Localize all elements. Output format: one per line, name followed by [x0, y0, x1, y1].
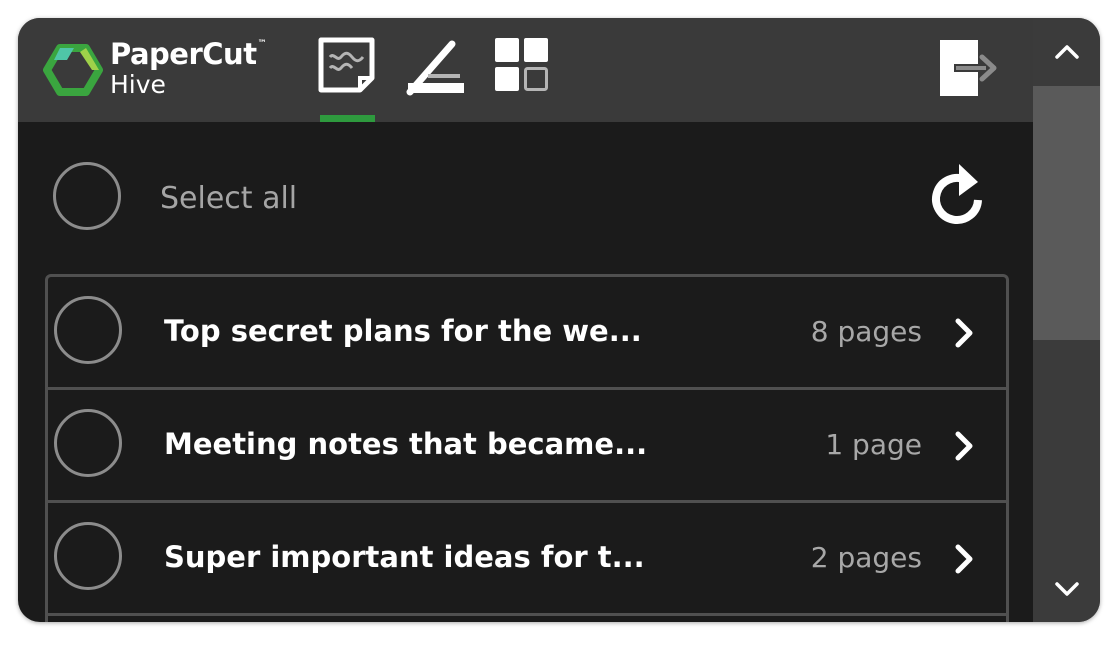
top-bar: PaperCut™ Hive: [18, 18, 1033, 122]
trademark-mark: ™: [257, 39, 267, 49]
tab-apps[interactable]: [494, 32, 556, 100]
job-title: Meeting notes that became...: [164, 427, 648, 461]
brand-name: PaperCut: [110, 37, 257, 71]
job-list-panel: Select all Top secret plans for the we..…: [18, 122, 1033, 622]
scan-icon: [406, 40, 464, 96]
job-page-count: 8 pages: [810, 315, 922, 348]
job-row[interactable]: Super important ideas for t... 2 pages: [48, 503, 1006, 616]
tab-documents[interactable]: [316, 32, 378, 100]
brand-logo-text: PaperCut™ Hive: [110, 37, 267, 99]
select-all-row: Select all: [18, 122, 1033, 274]
job-row[interactable]: Meeting notes that became... 1 page: [48, 390, 1006, 503]
chevron-right-icon: [955, 431, 973, 461]
job-select-checkbox[interactable]: [54, 296, 122, 364]
scroll-up-button[interactable]: [1033, 18, 1100, 86]
job-select-checkbox[interactable]: [54, 522, 122, 590]
print-job-list: Top secret plans for the we... 8 pages M…: [45, 274, 1009, 622]
select-all-label[interactable]: Select all: [160, 181, 297, 217]
job-title: Top secret plans for the we...: [164, 314, 642, 348]
logout-icon: [940, 40, 997, 96]
scrollbar-thumb[interactable]: [1033, 86, 1100, 340]
select-all-checkbox[interactable]: [53, 162, 121, 230]
apps-grid-icon: [495, 38, 548, 91]
print-release-window: PaperCut™ Hive Select all Top secret pla…: [18, 18, 1100, 622]
job-page-count: 1 page: [825, 428, 922, 461]
tab-scan[interactable]: [406, 32, 468, 100]
active-tab-indicator: [320, 115, 375, 122]
chevron-down-icon: [1054, 581, 1079, 596]
job-title: Super important ideas for t...: [164, 540, 645, 574]
brand-product: Hive: [110, 70, 166, 99]
refresh-icon: [932, 164, 982, 224]
refresh-button[interactable]: [926, 160, 992, 230]
documents-icon: [318, 37, 375, 93]
scrollbar[interactable]: [1033, 18, 1100, 622]
chevron-up-icon: [1054, 45, 1079, 59]
logout-button[interactable]: [936, 38, 1006, 98]
scroll-down-button[interactable]: [1033, 555, 1100, 622]
chevron-right-icon: [955, 318, 973, 348]
chevron-right-icon: [955, 544, 973, 574]
job-select-checkbox[interactable]: [54, 409, 122, 477]
papercut-logo-icon: [40, 40, 106, 100]
job-row[interactable]: Top secret plans for the we... 8 pages: [48, 277, 1006, 390]
job-page-count: 2 pages: [810, 541, 922, 574]
